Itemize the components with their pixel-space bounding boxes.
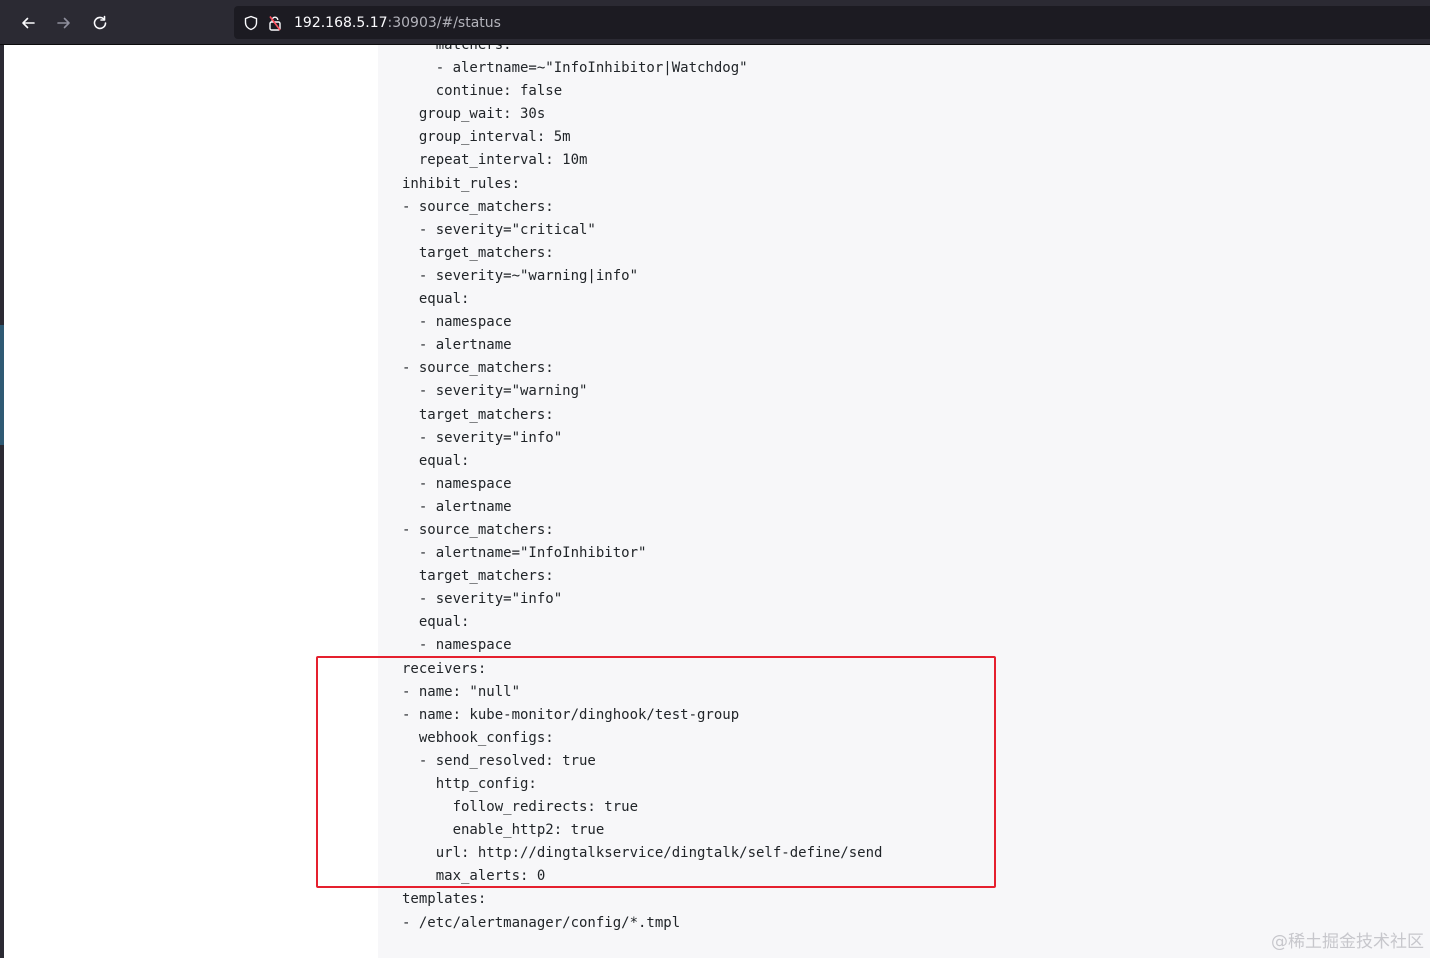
config-line: - severity="warning": [402, 383, 588, 400]
forward-button[interactable]: [50, 9, 78, 37]
config-line: equal:: [402, 452, 470, 469]
page-content: matchers: - alertname=~"InfoInhibitor|Wa…: [4, 45, 1430, 958]
config-line: - /etc/alertmanager/config/*.tmpl: [402, 914, 681, 931]
config-line: equal:: [402, 291, 470, 308]
url-host: 192.168.5.17: [294, 14, 388, 31]
config-line: repeat_interval: 10m: [402, 152, 588, 169]
url-text: 192.168.5.17:30903/#/status: [294, 15, 501, 31]
config-line: equal:: [402, 614, 470, 631]
shield-icon[interactable]: [242, 14, 260, 32]
reload-button[interactable]: [86, 9, 114, 37]
config-line: group_interval: 5m: [402, 129, 571, 146]
config-line: - alertname="InfoInhibitor": [402, 545, 647, 562]
receivers-highlight-box: [316, 656, 996, 888]
config-line: target_matchers:: [402, 568, 554, 585]
config-line: group_wait: 30s: [402, 106, 546, 123]
config-line: - namespace: [402, 637, 512, 654]
config-line: target_matchers:: [402, 244, 554, 261]
arrow-right-icon: [57, 17, 70, 29]
arrow-left-icon: [22, 17, 35, 29]
config-line: - severity="critical": [402, 221, 596, 238]
config-line: - source_matchers:: [402, 360, 554, 377]
config-line: - alertname: [402, 337, 512, 354]
config-line: - severity=~"warning|info": [402, 267, 639, 284]
config-line: templates:: [402, 891, 487, 908]
lock-warning-icon[interactable]: [266, 14, 284, 32]
config-line: - severity="info": [402, 591, 563, 608]
config-line: matchers:: [402, 45, 512, 53]
config-line: - source_matchers:: [402, 198, 554, 215]
address-bar[interactable]: 192.168.5.17:30903/#/status: [234, 6, 1430, 39]
config-line: - namespace: [402, 475, 512, 492]
browser-toolbar: 192.168.5.17:30903/#/status: [0, 0, 1430, 45]
url-path: :30903/#/status: [387, 14, 501, 31]
config-line: continue: false: [402, 83, 563, 100]
config-line: inhibit_rules:: [402, 175, 521, 192]
config-line: - namespace: [402, 314, 512, 331]
reload-icon: [93, 15, 107, 30]
config-line: - alertname: [402, 498, 512, 515]
config-line: target_matchers:: [402, 406, 554, 423]
config-line: - source_matchers:: [402, 521, 554, 538]
config-line: - severity="info": [402, 429, 563, 446]
config-line: - alertname=~"InfoInhibitor|Watchdog": [402, 60, 748, 77]
back-button[interactable]: [14, 9, 42, 37]
watermark: @稀土掘金技术社区: [1271, 932, 1424, 952]
